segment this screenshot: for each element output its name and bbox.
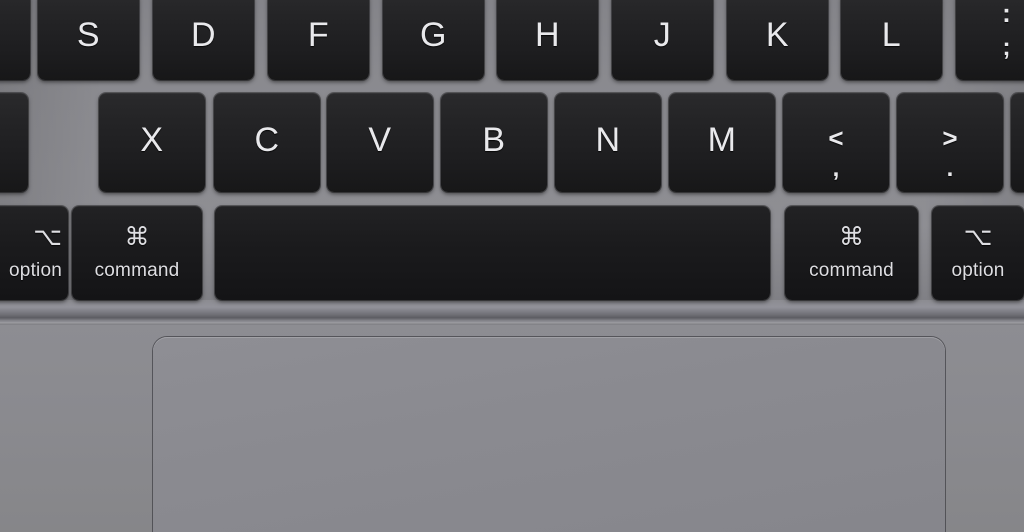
key-option-left-label: option	[9, 260, 62, 281]
key-m-label: M	[707, 121, 737, 159]
key-option-right-label: option	[951, 260, 1005, 281]
key-period[interactable]: >.	[897, 93, 1003, 192]
key-c[interactable]: C	[214, 93, 320, 192]
key-x-label: X	[140, 121, 164, 159]
key-k[interactable]: K	[727, 0, 828, 80]
key-j-label: J	[653, 16, 672, 54]
key-b[interactable]: B	[441, 93, 547, 192]
key-command-left[interactable]: ⌘ command	[72, 206, 202, 300]
key-z[interactable]: Z	[0, 93, 28, 192]
key-n[interactable]: N	[555, 93, 661, 192]
key-z-label: Z	[0, 123, 28, 157]
key-option-right[interactable]: ⌥ option	[932, 206, 1024, 300]
key-command-right-symbol-icon: ⌘	[839, 223, 864, 251]
key-g-label: G	[420, 16, 447, 54]
key-period-lower-label: .	[946, 155, 954, 182]
key-f[interactable]: F	[268, 0, 369, 80]
key-l-label: L	[881, 16, 902, 54]
key-m[interactable]: M	[669, 93, 775, 192]
key-space[interactable]	[215, 206, 770, 300]
key-h[interactable]: H	[497, 0, 598, 80]
key-command-left-symbol-icon: ⌘	[124, 223, 150, 251]
key-option-left[interactable]: ⌥ option	[0, 206, 68, 300]
key-semicolon-lower-label: ;	[1002, 34, 1011, 61]
key-c-label: C	[254, 121, 280, 159]
key-semicolon-upper-label: :	[1002, 0, 1011, 28]
macbook-keyboard-photo: SDFGHJKL:;ZXCVBNM<,>.⌥option⌘command⌘com…	[0, 0, 1024, 532]
key-comma-lower-label: ,	[832, 155, 840, 182]
key-slash-partial[interactable]	[1011, 93, 1024, 192]
key-x[interactable]: X	[99, 93, 205, 192]
key-command-right[interactable]: ⌘ command	[785, 206, 918, 300]
key-h-label: H	[534, 16, 561, 54]
key-l[interactable]: L	[841, 0, 942, 80]
palm-rest	[0, 322, 1024, 532]
trackpad[interactable]	[153, 337, 945, 532]
key-v[interactable]: V	[327, 93, 433, 192]
key-option-left-symbol-icon: ⌥	[33, 223, 62, 251]
key-d-label: D	[190, 16, 217, 54]
key-s-label: S	[76, 16, 101, 54]
key-period-upper-label: >	[942, 123, 958, 153]
key-b-label: B	[482, 121, 506, 159]
key-g[interactable]: G	[383, 0, 484, 80]
key-s[interactable]: S	[38, 0, 139, 80]
key-d[interactable]: D	[153, 0, 254, 80]
key-comma-upper-label: <	[828, 123, 844, 153]
key-k-label: K	[765, 16, 790, 54]
key-f-label: F	[307, 16, 330, 54]
deck-bevel-edge	[0, 300, 1024, 324]
key-a-partial[interactable]	[0, 0, 30, 80]
key-option-right-symbol-icon: ⌥	[963, 223, 993, 251]
key-n-label: N	[595, 121, 621, 159]
key-command-left-label: command	[94, 260, 180, 281]
key-v-label: V	[368, 121, 392, 159]
key-j[interactable]: J	[612, 0, 713, 80]
key-comma[interactable]: <,	[783, 93, 889, 192]
key-semicolon[interactable]: :;	[956, 0, 1024, 80]
key-command-right-label: command	[809, 260, 894, 281]
